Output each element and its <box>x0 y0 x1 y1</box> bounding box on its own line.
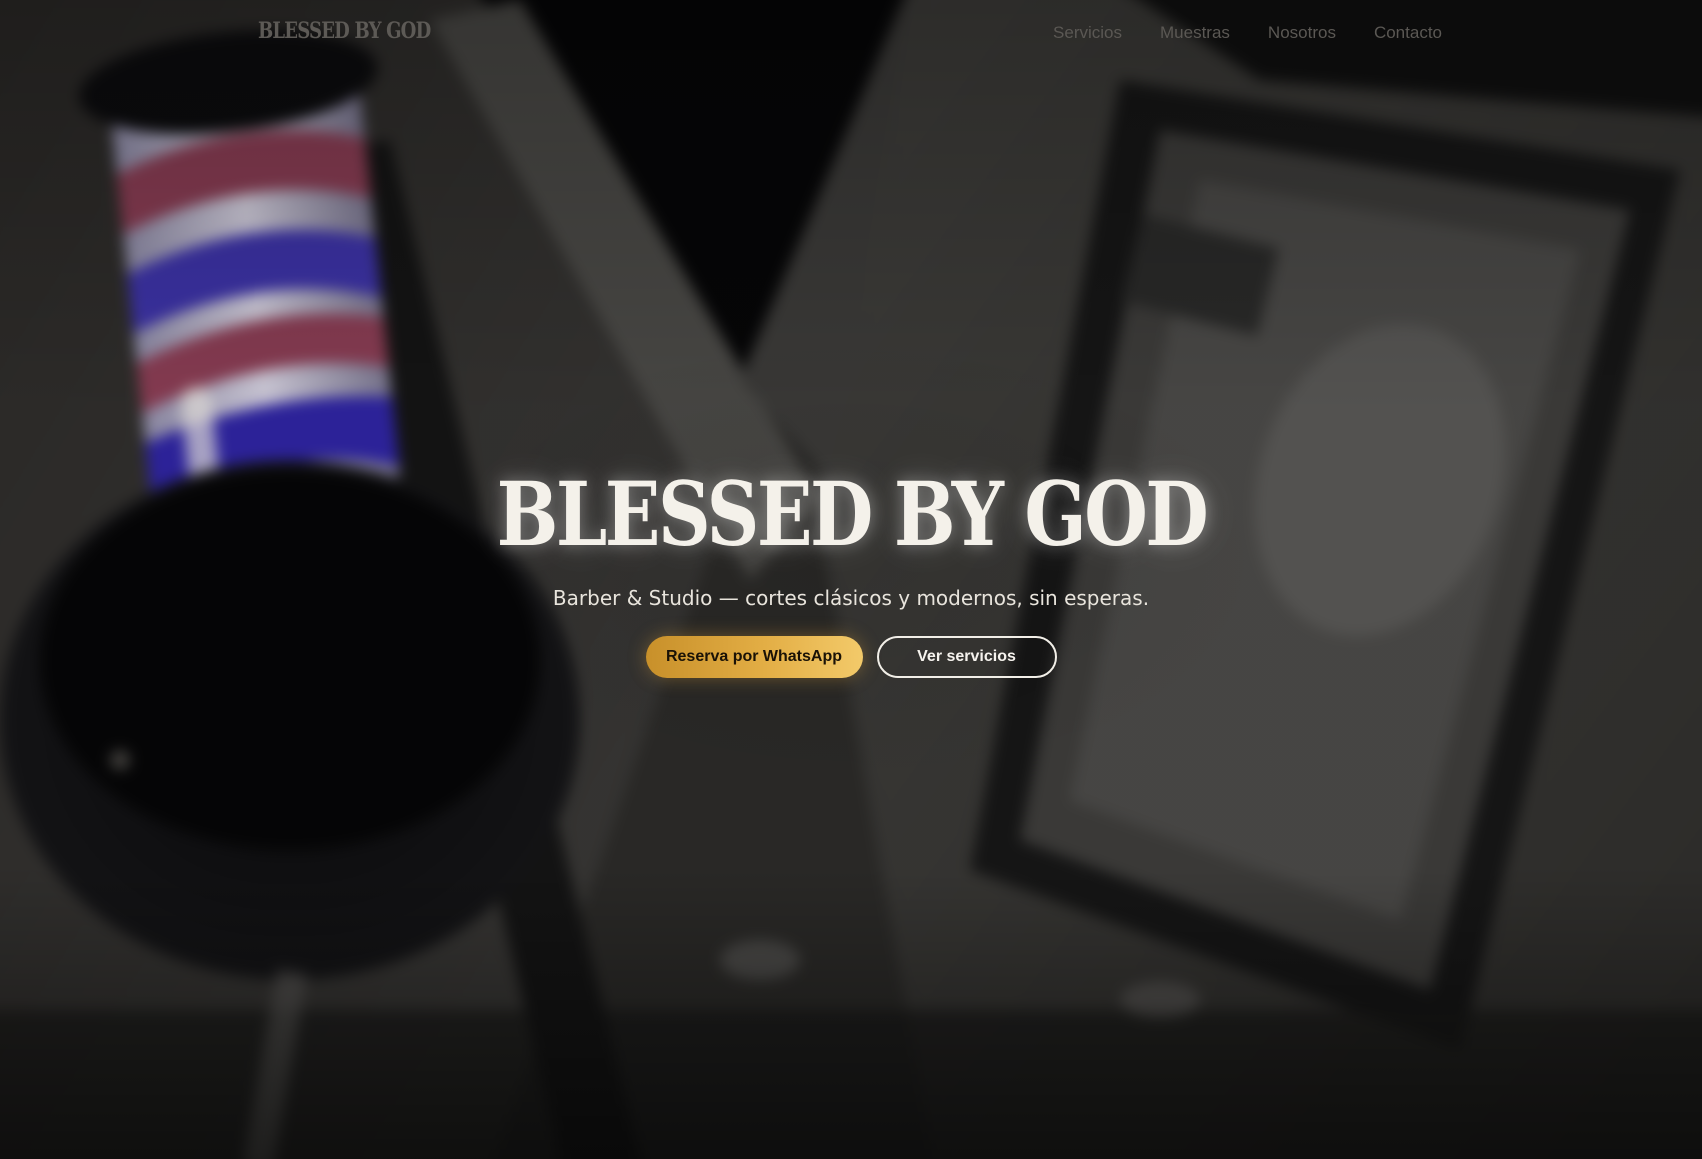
nav-brand-logo[interactable]: BLESSED BY GOD <box>258 18 431 44</box>
nav-link-muestras[interactable]: Muestras <box>1160 23 1230 43</box>
hero-title: BLESSED BY GOD <box>496 462 1208 566</box>
hero-subtitle: Barber & Studio — cortes clásicos y mode… <box>552 586 1150 610</box>
hero-content: BLESSED BY GOD Barber & Studio — cortes … <box>0 470 1702 678</box>
nav-link-contacto[interactable]: Contacto <box>1374 23 1442 43</box>
whatsapp-booking-button[interactable]: Reserva por WhatsApp <box>645 636 863 678</box>
nav-link-nosotros[interactable]: Nosotros <box>1268 23 1336 43</box>
view-services-button[interactable]: Ver servicios <box>876 636 1057 678</box>
hero-section: BLESSED BY GOD Servicios Muestras Nosotr… <box>0 0 1702 1159</box>
nav-link-servicios[interactable]: Servicios <box>1053 23 1122 43</box>
nav-links: Servicios Muestras Nosotros Contacto <box>1053 23 1442 43</box>
top-navigation: BLESSED BY GOD Servicios Muestras Nosotr… <box>0 0 1702 66</box>
hero-actions: Reserva por WhatsApp Ver servicios <box>0 636 1702 678</box>
